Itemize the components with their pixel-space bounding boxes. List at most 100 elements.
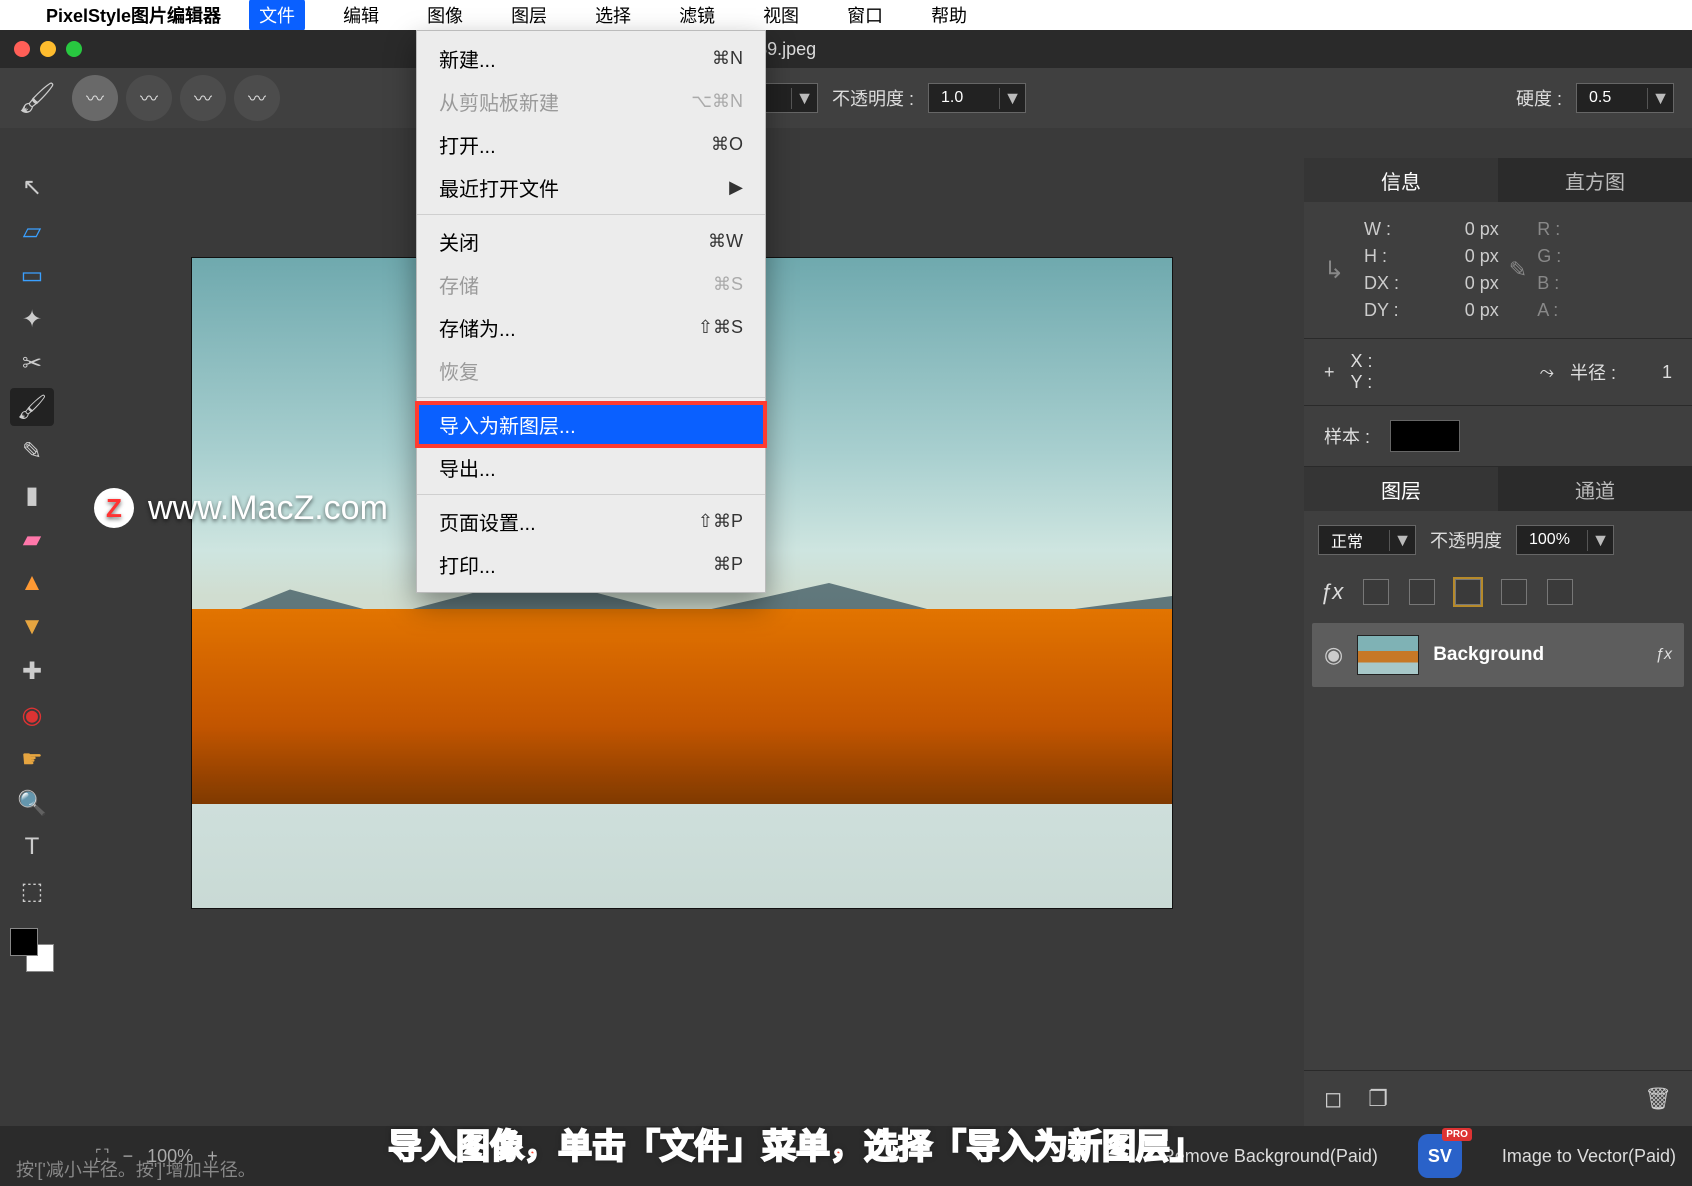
layer-opacity-label: 不透明度 [1430, 527, 1502, 553]
tab-info[interactable]: 信息 [1304, 158, 1498, 202]
foreground-swatch[interactable] [10, 928, 38, 956]
menu-item[interactable]: 存储为...⇧⌘S [417, 306, 765, 349]
menu-image[interactable]: 图像 [417, 0, 473, 31]
brush-preset-4[interactable]: 〰 [234, 75, 280, 121]
right-panel: 信息 直方图 ↳ W :0 px H :0 px DX :0 px DY :0 … [1304, 158, 1692, 1126]
tab-layers[interactable]: 图层 [1304, 467, 1498, 511]
trash-icon[interactable]: 🗑 [1644, 1086, 1672, 1112]
menu-file[interactable]: 文件 [249, 0, 305, 31]
menu-item-shortcut: ⌘P [713, 554, 743, 575]
info-col-right: R : G : B : A : [1537, 216, 1672, 324]
layer-thumb-opt-5[interactable] [1547, 579, 1573, 605]
menu-item: 恢复 [417, 349, 765, 392]
menu-window[interactable]: 窗口 [837, 0, 893, 31]
sample-row: 样本 : [1304, 406, 1692, 467]
menu-separator [417, 397, 765, 398]
chevron-down-icon: ▼ [1647, 88, 1673, 109]
layer-tabs: 图层 通道 [1304, 467, 1692, 511]
menu-filter[interactable]: 滤镜 [669, 0, 725, 31]
chevron-down-icon: ▼ [1587, 530, 1613, 551]
color-swatches[interactable] [10, 928, 54, 972]
image-to-vector-button[interactable]: Image to Vector(Paid) [1502, 1146, 1676, 1167]
menu-item[interactable]: 新建...⌘N [417, 37, 765, 80]
text-tool[interactable]: T [10, 828, 54, 866]
layer-fx-row: ƒx [1304, 569, 1692, 615]
minimize-window-icon[interactable] [40, 41, 56, 57]
layer-fx-indicator[interactable]: ƒx [1655, 646, 1672, 664]
shape-tool[interactable]: ⬚ [10, 872, 54, 910]
hardness-combo[interactable]: 0.5▼ [1576, 83, 1674, 113]
brush-preset-group: 〰 〰 〰 〰 [72, 75, 280, 121]
menu-item[interactable]: 打印...⌘P [417, 543, 765, 586]
layer-thumb-opt-4[interactable] [1501, 579, 1527, 605]
layer-opacity-combo[interactable]: 100%▼ [1516, 525, 1614, 555]
menu-help[interactable]: 帮助 [921, 0, 977, 31]
tab-channels[interactable]: 通道 [1498, 467, 1692, 511]
menu-view[interactable]: 视图 [753, 0, 809, 31]
plus-icon: + [1324, 362, 1335, 383]
menu-item: 存储⌘S [417, 263, 765, 306]
app-name[interactable]: PixelStyle图片编辑器 [46, 2, 221, 28]
sv-logo-icon[interactable]: SVPRO [1418, 1134, 1462, 1178]
layer-name: Background [1433, 644, 1544, 666]
menu-item-shortcut: ⌘O [711, 134, 743, 155]
menu-edit[interactable]: 编辑 [333, 0, 389, 31]
watermark-logo: Z [94, 488, 134, 528]
fx-icon[interactable]: ƒx [1320, 579, 1343, 605]
radius-dotted-icon: ⤳ [1540, 362, 1554, 383]
layer-thumb-opt-3[interactable] [1455, 579, 1481, 605]
opacity-combo[interactable]: 1.0▼ [928, 83, 1026, 113]
info-row-xy: + X : Y : ⤳ 半径 : 1 [1304, 339, 1692, 406]
blend-mode-combo[interactable]: 正常▼ [1318, 525, 1416, 555]
menu-item-label: 打开... [439, 130, 496, 159]
close-window-icon[interactable] [14, 41, 30, 57]
menu-separator [417, 494, 765, 495]
visibility-toggle-icon[interactable]: ◉ [1324, 642, 1343, 668]
menu-item[interactable]: 关闭⌘W [417, 220, 765, 263]
brush-tool[interactable]: 🖌 [10, 388, 54, 426]
pencil-tool[interactable]: ✎ [10, 432, 54, 470]
window: cape_205330039.jpeg 🖌 〰 〰 〰 〰 ▼ 半径 : 1.0… [0, 30, 1692, 1186]
layer-item-background[interactable]: ◉ Background ƒx [1312, 623, 1684, 687]
fill-tool[interactable]: ▲ [10, 564, 54, 602]
menu-item[interactable]: 导出... [417, 446, 765, 489]
zoom-tool[interactable]: 🔍 [10, 784, 54, 822]
stamp-tool[interactable]: ▼ [10, 608, 54, 646]
tab-histogram[interactable]: 直方图 [1498, 158, 1692, 202]
duplicate-layer-icon[interactable]: ❐ [1368, 1086, 1388, 1112]
eyedropper-icon: ✎ [1509, 257, 1527, 283]
status-tip: 按'['减小半径。按']'增加半径。 [16, 1156, 256, 1182]
eraser-tool[interactable]: ▰ [10, 520, 54, 558]
new-layer-icon[interactable]: ◻ [1324, 1086, 1342, 1112]
healing-tool[interactable]: ✚ [10, 652, 54, 690]
menu-item-shortcut: ⌘W [708, 231, 743, 252]
brush-preset-1[interactable]: 〰 [72, 75, 118, 121]
menu-item[interactable]: 导入为新图层... [417, 403, 765, 446]
layer-thumb-opt-1[interactable] [1363, 579, 1389, 605]
menu-select[interactable]: 选择 [585, 0, 641, 31]
maximize-window-icon[interactable] [66, 41, 82, 57]
wand-tool[interactable]: ✦ [10, 300, 54, 338]
smudge-tool[interactable]: ☛ [10, 740, 54, 778]
sample-swatch[interactable] [1390, 420, 1460, 452]
canvas-trees [192, 609, 1172, 804]
measure-icon: ↳ [1324, 256, 1354, 285]
brush-preset-3[interactable]: 〰 [180, 75, 226, 121]
menu-item[interactable]: 页面设置...⇧⌘P [417, 500, 765, 543]
menu-item[interactable]: 打开... ⌘O [417, 123, 765, 166]
brush-preset-2[interactable]: 〰 [126, 75, 172, 121]
watermark: Z www.MacZ.com [94, 488, 388, 528]
brush-indicator-icon: 🖌 [18, 81, 58, 116]
layer-thumb-opt-2[interactable] [1409, 579, 1435, 605]
menu-item[interactable]: 最近打开文件▶ [417, 166, 765, 209]
layer-thumbnail [1357, 635, 1419, 675]
crop-tool[interactable]: ✂ [10, 344, 54, 382]
marquee-tool[interactable]: ▭ [10, 256, 54, 294]
transform-tool[interactable]: ▱ [10, 212, 54, 250]
gradient-tool[interactable]: ▮ [10, 476, 54, 514]
redeye-tool[interactable]: ◉ [10, 696, 54, 734]
menu-layer[interactable]: 图层 [501, 0, 557, 31]
file-menu-dropdown: 新建...⌘N从剪贴板新建⌥⌘N打开...⌘O最近打开文件▶关闭⌘W存储⌘S存储… [416, 30, 766, 593]
sample-label: 样本 : [1324, 423, 1370, 449]
move-tool[interactable]: ↖ [10, 168, 54, 206]
